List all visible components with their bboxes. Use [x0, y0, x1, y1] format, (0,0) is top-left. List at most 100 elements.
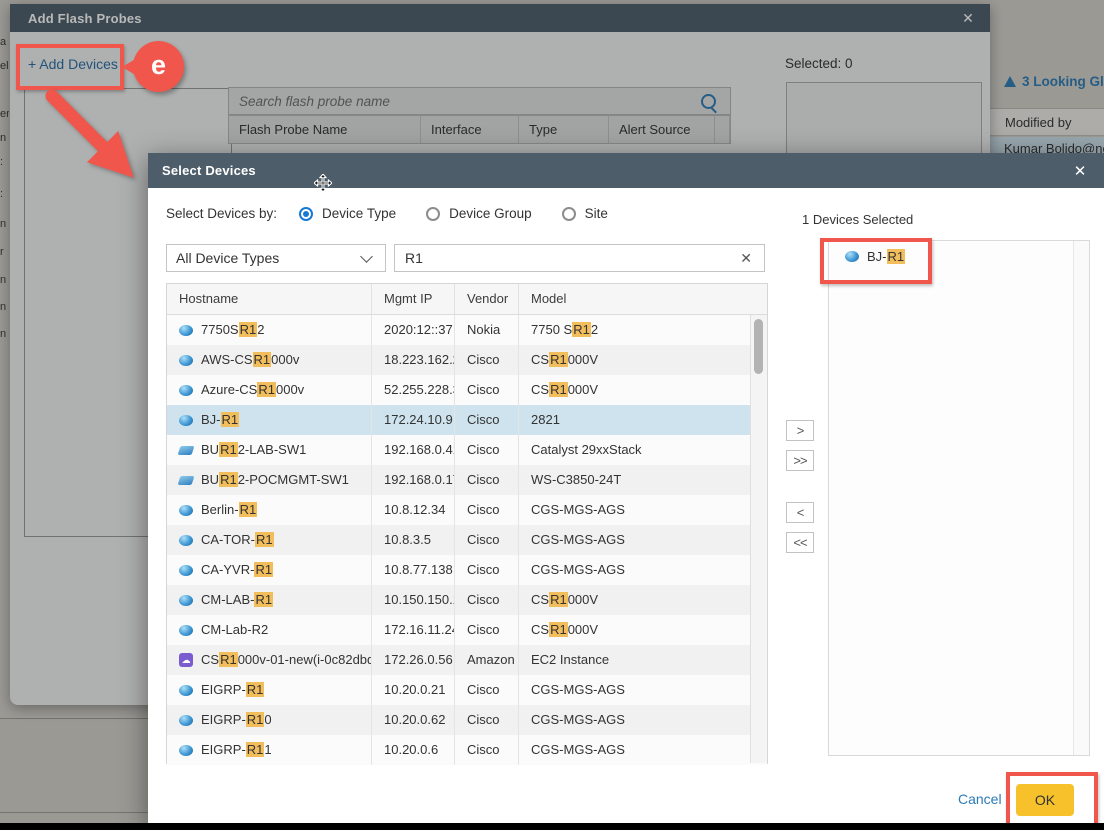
cancel-button[interactable]: Cancel [958, 791, 1002, 807]
move-right-button[interactable]: > [786, 420, 814, 441]
switch-icon [178, 476, 195, 485]
model-cell: 2821 [519, 405, 753, 435]
cloud-icon: ☁ [179, 653, 193, 667]
device-type-dropdown[interactable]: All Device Types [166, 244, 386, 272]
table-row[interactable]: CM-LAB-R110.150.150.150CiscoCSR1000V [167, 585, 767, 615]
move-left-button[interactable]: < [786, 502, 814, 523]
model-cell: CSR1000V [519, 375, 753, 405]
switch-icon [178, 446, 195, 455]
hostname-cell: Berlin-R1 [167, 495, 372, 525]
radio-label: Site [585, 206, 608, 221]
table-row[interactable]: ☁CSR1000v-01-new(i-0c82dbda0300c...172.2… [167, 645, 767, 675]
dropdown-value: All Device Types [176, 250, 362, 266]
device-table-header: HostnameMgmt IPVendorModel [167, 284, 767, 315]
table-row[interactable]: 7750SR122020:12::37Nokia7750 SR12 [167, 315, 767, 345]
hostname-text: EIGRP-R1 [201, 675, 264, 705]
radio-option-site[interactable]: Site [562, 206, 608, 221]
select-by-label: Select Devices by: [166, 206, 277, 221]
hostname-cell: CA-YVR-R1 [167, 555, 372, 585]
clear-search-icon[interactable]: ✕ [740, 250, 752, 267]
hostname-text: CM-LAB-R1 [201, 585, 273, 615]
table-row[interactable]: BUR12-POCMGMT-SW1192.168.0.179CiscoWS-C3… [167, 465, 767, 495]
radio-label: Device Type [322, 206, 396, 221]
radio-button[interactable] [426, 207, 440, 221]
vendor-cell: Nokia [455, 315, 519, 345]
model-cell: CSR1000V [519, 345, 753, 375]
router-icon [179, 355, 193, 366]
hostname-cell: CM-Lab-R2 [167, 615, 372, 645]
model-cell: Catalyst 29xxStack [519, 435, 753, 465]
mgmt-ip-cell: 10.8.3.5 [372, 525, 455, 555]
search-match-highlight: R1 [549, 622, 568, 637]
ok-annotation-box [1006, 772, 1098, 828]
table-row[interactable]: Berlin-R110.8.12.34CiscoCGS-MGS-AGS [167, 495, 767, 525]
device-search-input[interactable]: R1 ✕ [394, 244, 765, 272]
move-all-left-button[interactable]: << [786, 532, 814, 553]
model-cell: EC2 Instance [519, 645, 753, 675]
table-row[interactable]: EIGRP-R1110.20.0.6CiscoCGS-MGS-AGS [167, 735, 767, 765]
column-header[interactable]: Hostname [167, 284, 372, 314]
hostname-cell: BUR12-POCMGMT-SW1 [167, 465, 372, 495]
table-row[interactable]: CA-TOR-R110.8.3.5CiscoCGS-MGS-AGS [167, 525, 767, 555]
search-match-highlight: R1 [255, 532, 274, 547]
vendor-cell: Cisco [455, 555, 519, 585]
mgmt-ip-cell: 172.16.11.242 [372, 615, 455, 645]
model-cell: CGS-MGS-AGS [519, 675, 753, 705]
hostname-cell: EIGRP-R10 [167, 705, 372, 735]
move-all-right-button[interactable]: >> [786, 450, 814, 471]
search-match-highlight: R1 [572, 322, 591, 337]
vendor-cell: Cisco [455, 615, 519, 645]
model-cell: CGS-MGS-AGS [519, 495, 753, 525]
table-row[interactable]: Azure-CSR1000v52.255.228.32CiscoCSR1000V [167, 375, 767, 405]
vendor-cell: Cisco [455, 735, 519, 765]
select-by-group: Select Devices by: Device Type Device Gro… [166, 206, 638, 221]
column-header[interactable]: Vendor [455, 284, 519, 314]
column-header[interactable]: Model [519, 284, 753, 314]
router-icon [179, 385, 193, 396]
router-icon [179, 565, 193, 576]
table-scrollbar[interactable] [750, 315, 767, 763]
mgmt-ip-cell: 10.8.77.138 [372, 555, 455, 585]
vendor-cell: Cisco [455, 675, 519, 705]
radio-button[interactable] [299, 207, 313, 221]
hostname-text: CA-TOR-R1 [201, 525, 274, 555]
hostname-text: 7750SR12 [201, 315, 264, 345]
model-cell: 7750 SR12 [519, 315, 753, 345]
table-row[interactable]: BJ-R1172.24.10.9Cisco2821 [167, 405, 767, 435]
mgmt-ip-cell: 10.8.12.34 [372, 495, 455, 525]
table-row[interactable]: AWS-CSR1000v18.223.162.247CiscoCSR1000V [167, 345, 767, 375]
table-row[interactable]: EIGRP-R110.20.0.21CiscoCGS-MGS-AGS [167, 675, 767, 705]
model-cell: WS-C3850-24T [519, 465, 753, 495]
router-icon [179, 715, 193, 726]
vendor-cell: Cisco [455, 705, 519, 735]
search-match-highlight: R1 [219, 472, 238, 487]
close-icon[interactable]: ✕ [1066, 153, 1094, 188]
hostname-text: Azure-CSR1000v [201, 375, 304, 405]
hostname-text: AWS-CSR1000v [201, 345, 299, 375]
column-header[interactable]: Mgmt IP [372, 284, 455, 314]
select-devices-titlebar[interactable]: Select Devices ✕ [148, 153, 1104, 188]
mgmt-ip-cell: 10.150.150.150 [372, 585, 455, 615]
search-match-highlight: R1 [254, 592, 273, 607]
table-row[interactable]: EIGRP-R1010.20.0.62CiscoCGS-MGS-AGS [167, 705, 767, 735]
selected-device-annotation-box [820, 238, 932, 284]
radio-button[interactable] [562, 207, 576, 221]
table-row[interactable]: CA-YVR-R110.8.77.138CiscoCGS-MGS-AGS [167, 555, 767, 585]
mgmt-ip-cell: 192.168.0.179 [372, 465, 455, 495]
radio-option-device-type[interactable]: Device Type [299, 206, 396, 221]
table-row[interactable]: BUR12-LAB-SW1192.168.0.41CiscoCatalyst 2… [167, 435, 767, 465]
radio-option-device-group[interactable]: Device Group [426, 206, 532, 221]
search-match-highlight: R1 [246, 682, 265, 697]
router-icon [179, 685, 193, 696]
router-icon [179, 415, 193, 426]
model-cell: CSR1000V [519, 585, 753, 615]
table-row[interactable]: CM-Lab-R2172.16.11.242CiscoCSR1000V [167, 615, 767, 645]
hostname-cell: AWS-CSR1000v [167, 345, 372, 375]
vendor-cell: Cisco [455, 375, 519, 405]
scrollbar-thumb[interactable] [754, 319, 763, 374]
selected-list-scrollbar[interactable] [1073, 241, 1089, 755]
search-match-highlight: R1 [239, 322, 258, 337]
search-match-highlight: R1 [549, 382, 568, 397]
mgmt-ip-cell: 18.223.162.247 [372, 345, 455, 375]
hostname-text: CA-YVR-R1 [201, 555, 273, 585]
